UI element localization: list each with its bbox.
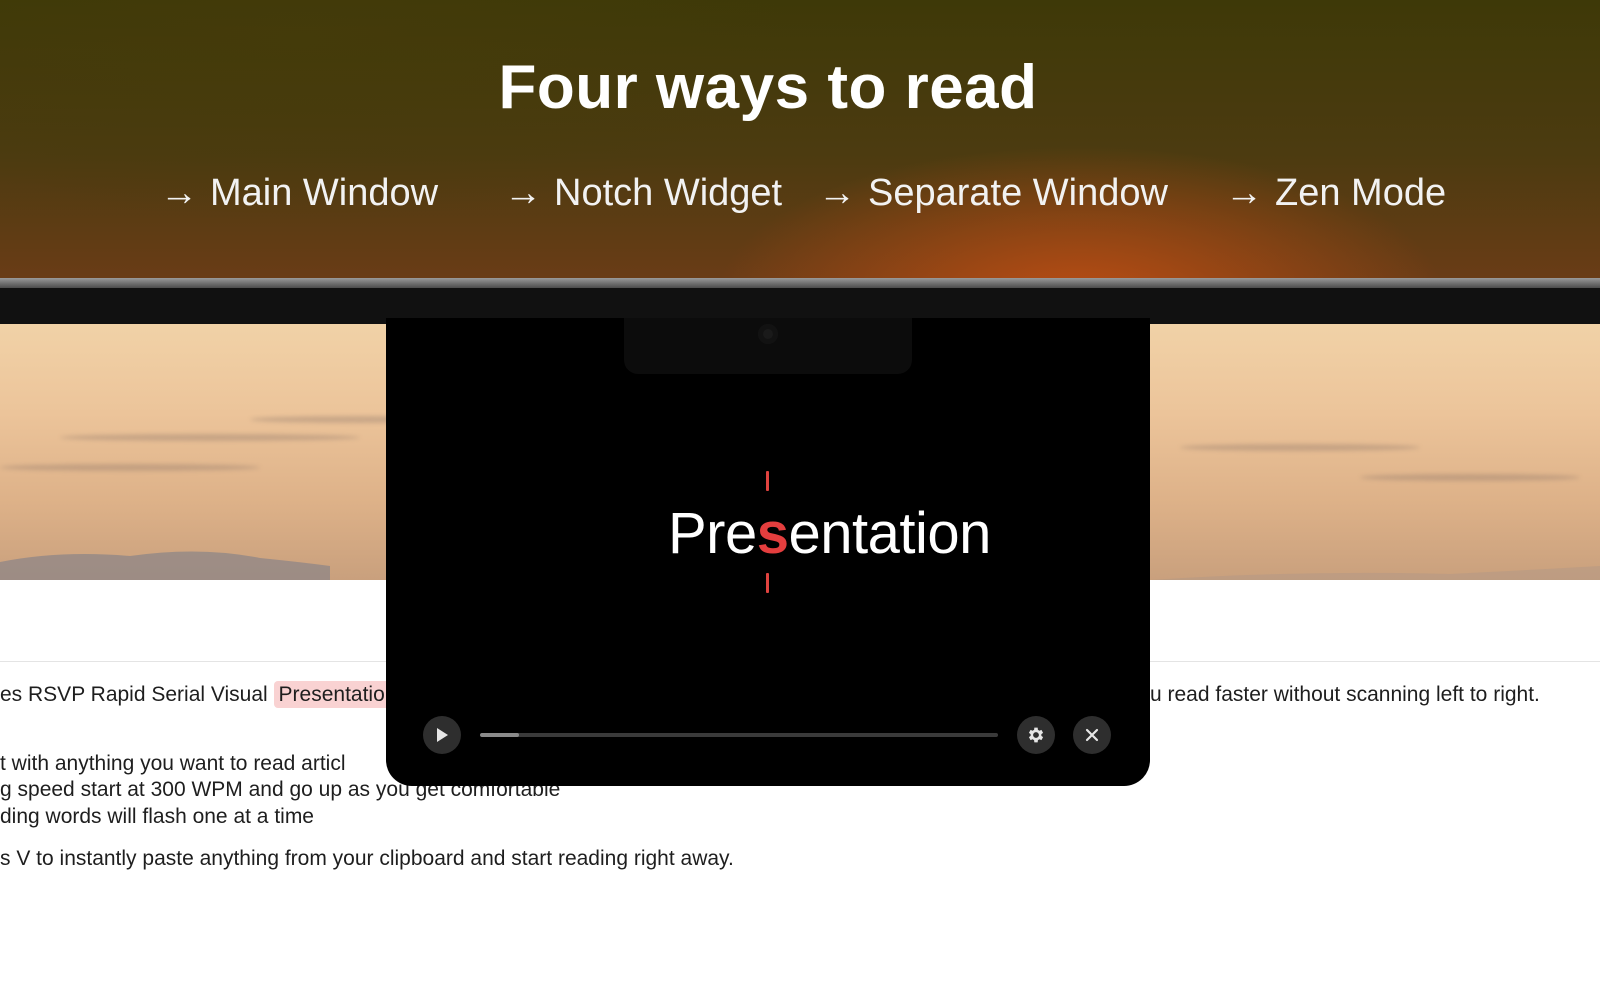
close-button[interactable] <box>1073 716 1111 754</box>
doc-line-5: s V to instantly paste anything from you… <box>0 847 734 870</box>
play-icon <box>437 728 448 742</box>
arrow-right-icon: → <box>1225 172 1263 214</box>
screen-bezel-edge <box>0 278 1600 288</box>
doc-line-4: ding words will flash one at a time <box>0 805 314 828</box>
doc-line-1: es RSVP Rapid Serial Visual Presentatio <box>0 681 390 708</box>
doc-line-1-end: u read faster without scanning left to r… <box>1150 683 1540 706</box>
mode-label: Main Window <box>210 172 439 214</box>
rsvp-word: Presentation <box>668 501 991 566</box>
mode-label: Notch Widget <box>554 172 783 214</box>
arrow-right-icon: → <box>160 172 198 214</box>
hero-banner: Four ways to read → Main Window → Notch Wi… <box>0 0 1600 280</box>
close-icon <box>1085 728 1099 742</box>
arrow-right-icon: → <box>504 172 542 214</box>
progress-fill <box>480 733 519 737</box>
play-button[interactable] <box>423 716 461 754</box>
focus-letter: s <box>756 501 789 566</box>
mode-main-window: → Main Window <box>160 172 438 215</box>
focus-marker-bottom <box>766 573 769 593</box>
hero-title: Four ways to read <box>498 53 1038 122</box>
mode-label: Separate Window <box>868 172 1168 214</box>
mode-zen-mode: → Zen Mode <box>1225 172 1446 215</box>
camera-icon <box>758 324 778 344</box>
gear-icon <box>1028 727 1044 743</box>
settings-button[interactable] <box>1017 716 1055 754</box>
mode-separate-window: → Separate Window <box>818 172 1168 215</box>
focus-marker-top <box>766 471 769 491</box>
arrow-right-icon: → <box>818 172 856 214</box>
highlighted-word: Presentatio <box>273 681 390 708</box>
doc-line-2: t with anything you want to read articl <box>0 752 346 775</box>
mode-label: Zen Mode <box>1275 172 1447 214</box>
mode-notch-widget: → Notch Widget <box>504 172 782 215</box>
progress-bar[interactable] <box>480 733 998 737</box>
